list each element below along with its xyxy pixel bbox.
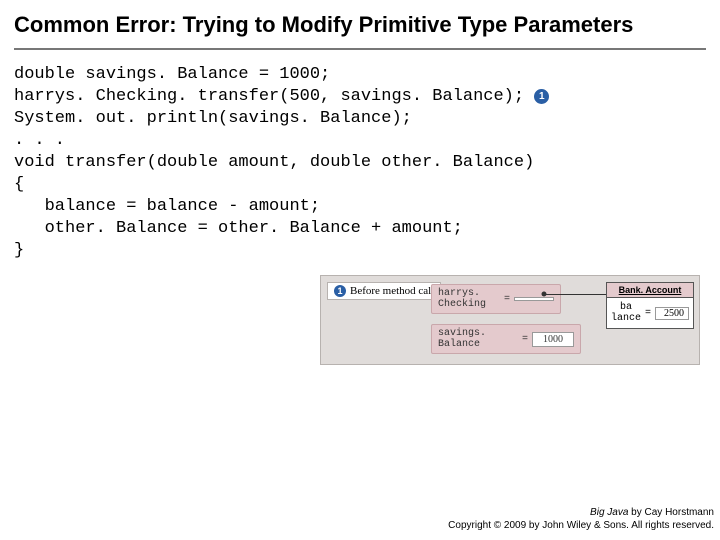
code-line: { [14,174,706,196]
equals-sign: = [645,308,651,319]
copyright: Copyright © 2009 by John Wiley & Sons. A… [448,519,714,532]
code-line: balance = balance - amount; [14,196,706,218]
stage-text: Before method call [350,285,434,297]
var1-name: harrys. Checking [438,288,500,310]
code-line: double savings. Balance = 1000; [14,64,706,86]
code-line: . . . [14,130,706,152]
var-savings-balance: savings. Balance = 1000 [431,324,581,354]
byline: by Cay Horstmann [628,507,714,518]
code-text: balance = balance - amount; [14,197,320,216]
var2-value: 1000 [532,332,574,347]
book-title: Big Java [590,507,628,518]
slide-title: Common Error: Trying to Modify Primitive… [0,0,720,44]
footer: Big Java by Cay Horstmann Copyright © 20… [448,506,714,532]
object-bank-account: Bank. Account ba lance = 2500 [606,282,694,329]
code-text: { [14,175,24,194]
code-line: harrys. Checking. transfer(500, savings.… [14,86,706,108]
code-line: other. Balance = other. Balance + amount… [14,218,706,240]
memory-diagram: 1 Before method call harrys. Checking = sa… [320,275,700,365]
code-text: other. Balance = other. Balance + amount… [14,219,463,238]
object-type: Bank. Account [607,283,693,298]
code-block: double savings. Balance = 1000; harrys. C… [0,64,720,262]
code-text: System. out. println(savings. Balance); [14,109,412,128]
footer-line1: Big Java by Cay Horstmann [448,506,714,519]
object-field-row: ba lance = 2500 [607,298,693,328]
code-text: double savings. Balance = 1000; [14,65,330,84]
var-harrys-checking: harrys. Checking = [431,284,561,314]
code-line: void transfer(double amount, double othe… [14,152,706,174]
callout-badge-icon: 1 [534,89,549,104]
diagram-stage-label: 1 Before method call [327,282,441,300]
stage-badge-icon: 1 [334,285,346,297]
var2-name: savings. Balance [438,328,518,350]
object-field-value: 2500 [655,307,689,320]
ref-line [544,294,606,295]
object-field-name: ba lance [611,302,641,324]
title-rule [14,48,706,50]
code-text: . . . [14,131,65,150]
code-text: harrys. Checking. transfer(500, savings.… [14,87,524,106]
code-line: } [14,240,706,262]
code-text: void transfer(double amount, double othe… [14,153,534,172]
code-text: } [14,241,24,260]
var1-ref-slot [514,297,554,301]
code-line: System. out. println(savings. Balance); [14,108,706,130]
equals-sign: = [522,334,528,345]
equals-sign: = [504,294,510,305]
